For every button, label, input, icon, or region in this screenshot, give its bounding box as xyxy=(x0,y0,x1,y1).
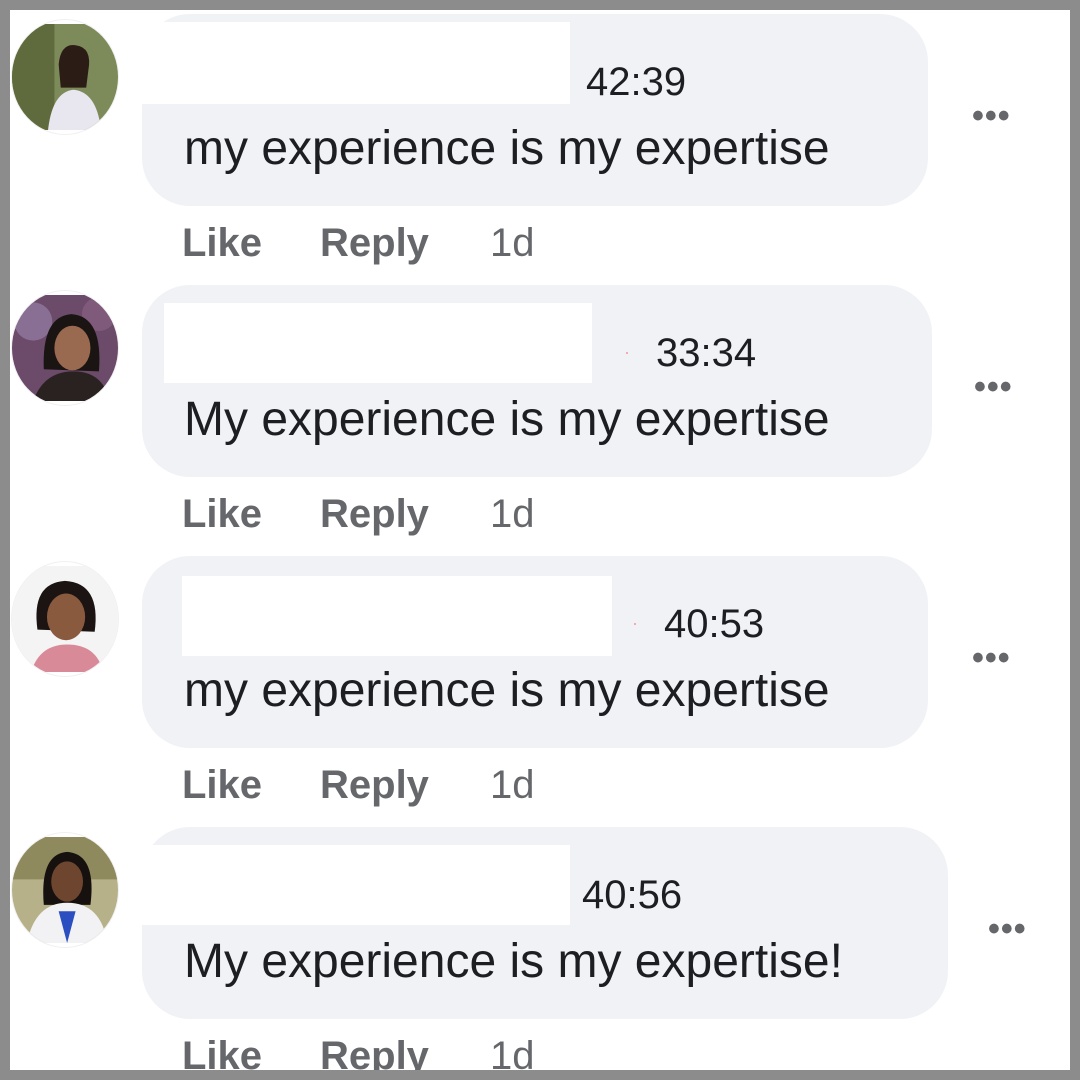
like-button[interactable]: Like xyxy=(182,1031,262,1070)
comment-bubble: 42:39 my experience is my expertise xyxy=(142,14,928,206)
comment-bubble: 40:56 My experience is my expertise! xyxy=(142,827,948,1019)
like-button[interactable]: Like xyxy=(182,760,262,810)
like-button[interactable]: Like xyxy=(182,218,262,268)
comment-text: my experience is my expertise xyxy=(184,664,830,717)
comment-bubble: · 40:53 my experience is my expertise xyxy=(142,556,928,748)
comment-text: My experience is my expertise xyxy=(184,393,830,446)
like-button[interactable]: Like xyxy=(182,489,262,539)
redacted-author-name xyxy=(182,576,612,656)
comment-item: 42:39 my experience is my expertise Like… xyxy=(10,10,1070,282)
redacted-author-name xyxy=(164,303,592,383)
comment-age[interactable]: 1d xyxy=(490,760,535,810)
avatar-image xyxy=(12,24,118,130)
reply-button[interactable]: Reply xyxy=(320,1031,429,1070)
avatar[interactable] xyxy=(12,562,118,676)
comment-timestamp: 33:34 xyxy=(656,331,757,375)
comment-timestamp: 40:56 xyxy=(582,873,683,917)
comment-age[interactable]: 1d xyxy=(490,1031,535,1070)
avatar-image xyxy=(12,837,118,943)
avatar[interactable] xyxy=(12,291,118,405)
comment-item: 40:56 My experience is my expertise! Lik… xyxy=(10,823,1070,1070)
redacted-author-name xyxy=(142,22,570,104)
comment-text: my experience is my expertise xyxy=(184,122,830,175)
avatar[interactable] xyxy=(12,833,118,947)
redacted-author-name xyxy=(142,845,570,925)
comment-bubble: · 33:34 My experience is my expertise xyxy=(142,285,932,477)
comment-item: · 33:34 My experience is my expertise Li… xyxy=(10,281,1070,553)
avatar[interactable] xyxy=(12,20,118,134)
comment-list: 42:39 my experience is my expertise Like… xyxy=(10,10,1070,1070)
more-horizontal-icon[interactable]: ••• xyxy=(988,912,1027,946)
comment-age[interactable]: 1d xyxy=(490,489,535,539)
more-horizontal-icon[interactable]: ••• xyxy=(974,370,1013,404)
comment-item: · 40:53 my experience is my expertise Li… xyxy=(10,552,1070,824)
comment-timestamp: 42:39 xyxy=(586,60,687,104)
more-horizontal-icon[interactable]: ••• xyxy=(972,641,1011,675)
comment-age[interactable]: 1d xyxy=(490,218,535,268)
separator-dot: · xyxy=(624,342,630,362)
avatar-image xyxy=(12,566,118,672)
comment-text: My experience is my expertise! xyxy=(184,935,843,988)
more-horizontal-icon[interactable]: ••• xyxy=(972,99,1011,133)
reply-button[interactable]: Reply xyxy=(320,760,429,810)
reply-button[interactable]: Reply xyxy=(320,489,429,539)
separator-dot: · xyxy=(632,613,638,633)
comment-timestamp: 40:53 xyxy=(664,602,765,646)
avatar-image xyxy=(12,295,118,401)
reply-button[interactable]: Reply xyxy=(320,218,429,268)
